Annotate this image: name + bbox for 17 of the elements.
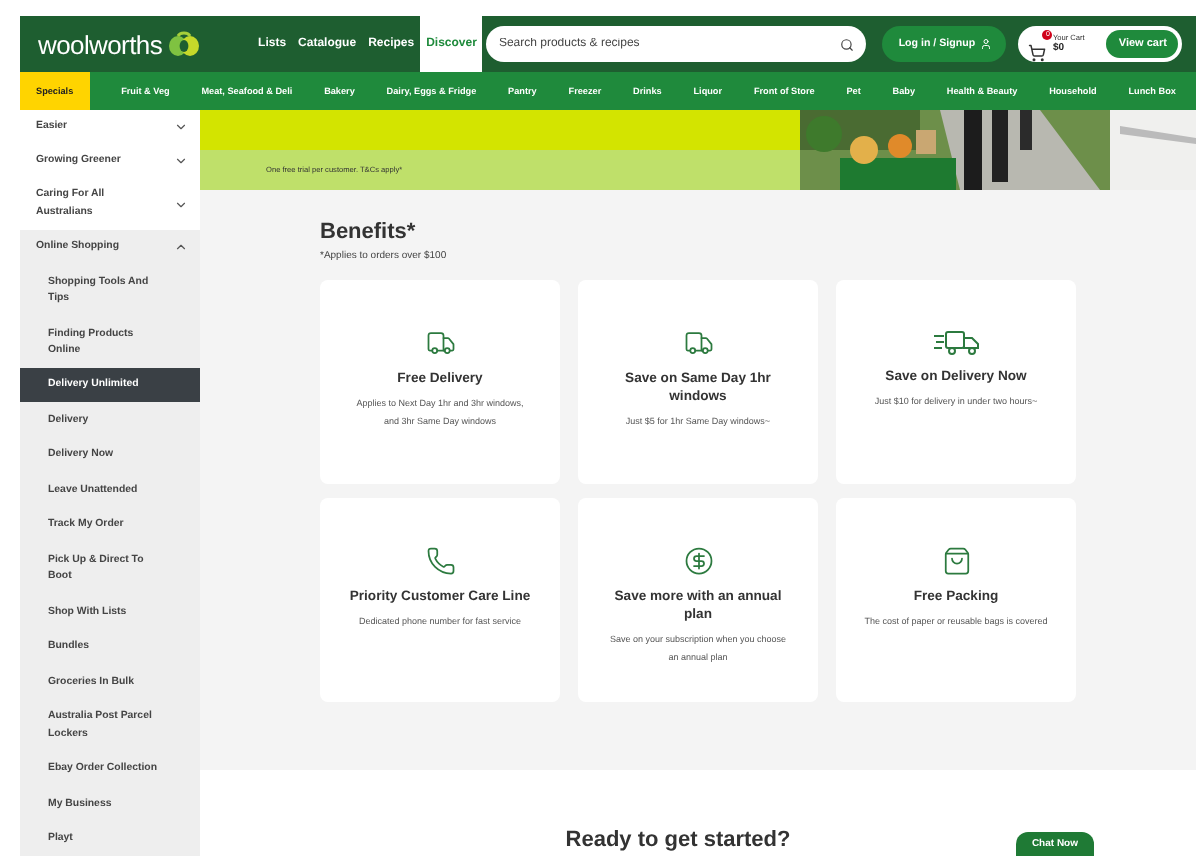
- chevron-down-icon: [174, 154, 188, 168]
- person-icon: [979, 38, 992, 50]
- chevron-down-icon: [174, 197, 188, 211]
- truck-icon: [932, 328, 980, 356]
- phone-icon: [425, 546, 455, 576]
- truck-icon: [425, 328, 455, 358]
- cta-heading: Ready to get started?: [565, 828, 791, 852]
- logo-icon: [168, 30, 201, 58]
- cart-icon[interactable]: [1028, 43, 1047, 61]
- truck-icon: [683, 328, 713, 358]
- chevron-up-icon: [174, 240, 188, 254]
- chevron-down-icon: [174, 120, 188, 134]
- logo-text[interactable]: woolworths: [38, 29, 163, 59]
- search-icon[interactable]: [840, 37, 855, 51]
- benefits-title: Benefits*: [320, 220, 418, 244]
- dollar-icon: [683, 546, 713, 576]
- bag-icon: [941, 546, 971, 576]
